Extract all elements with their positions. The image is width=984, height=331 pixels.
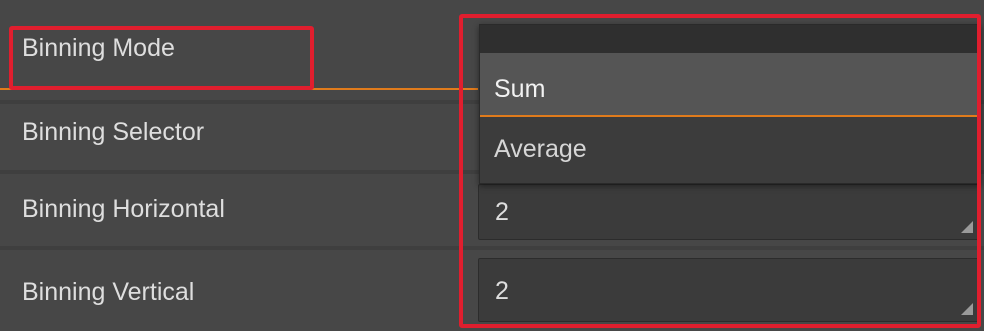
binning-selector-label: Binning Selector bbox=[22, 118, 205, 146]
binning-vertical-input[interactable]: 2 bbox=[478, 258, 980, 322]
dropdown-option-label: Average bbox=[494, 135, 587, 163]
binning-horizontal-label: Binning Horizontal bbox=[22, 195, 225, 223]
dropdown-option-label: Sum bbox=[494, 75, 546, 103]
binning-horizontal-value: 2 bbox=[495, 198, 509, 226]
resize-grip-icon bbox=[961, 221, 973, 233]
row-separator bbox=[0, 246, 984, 250]
binning-horizontal-input[interactable]: 2 bbox=[478, 184, 980, 240]
dropdown-option-average[interactable]: Average bbox=[480, 117, 980, 183]
highlight-box-label bbox=[9, 26, 314, 90]
binning-vertical-value: 2 bbox=[495, 277, 509, 305]
binning-mode-dropdown-list[interactable]: Sum Average bbox=[479, 24, 981, 184]
binning-vertical-label: Binning Vertical bbox=[22, 278, 195, 306]
dropdown-header bbox=[480, 25, 980, 53]
dropdown-option-sum[interactable]: Sum bbox=[480, 53, 980, 117]
resize-grip-icon bbox=[961, 303, 973, 315]
